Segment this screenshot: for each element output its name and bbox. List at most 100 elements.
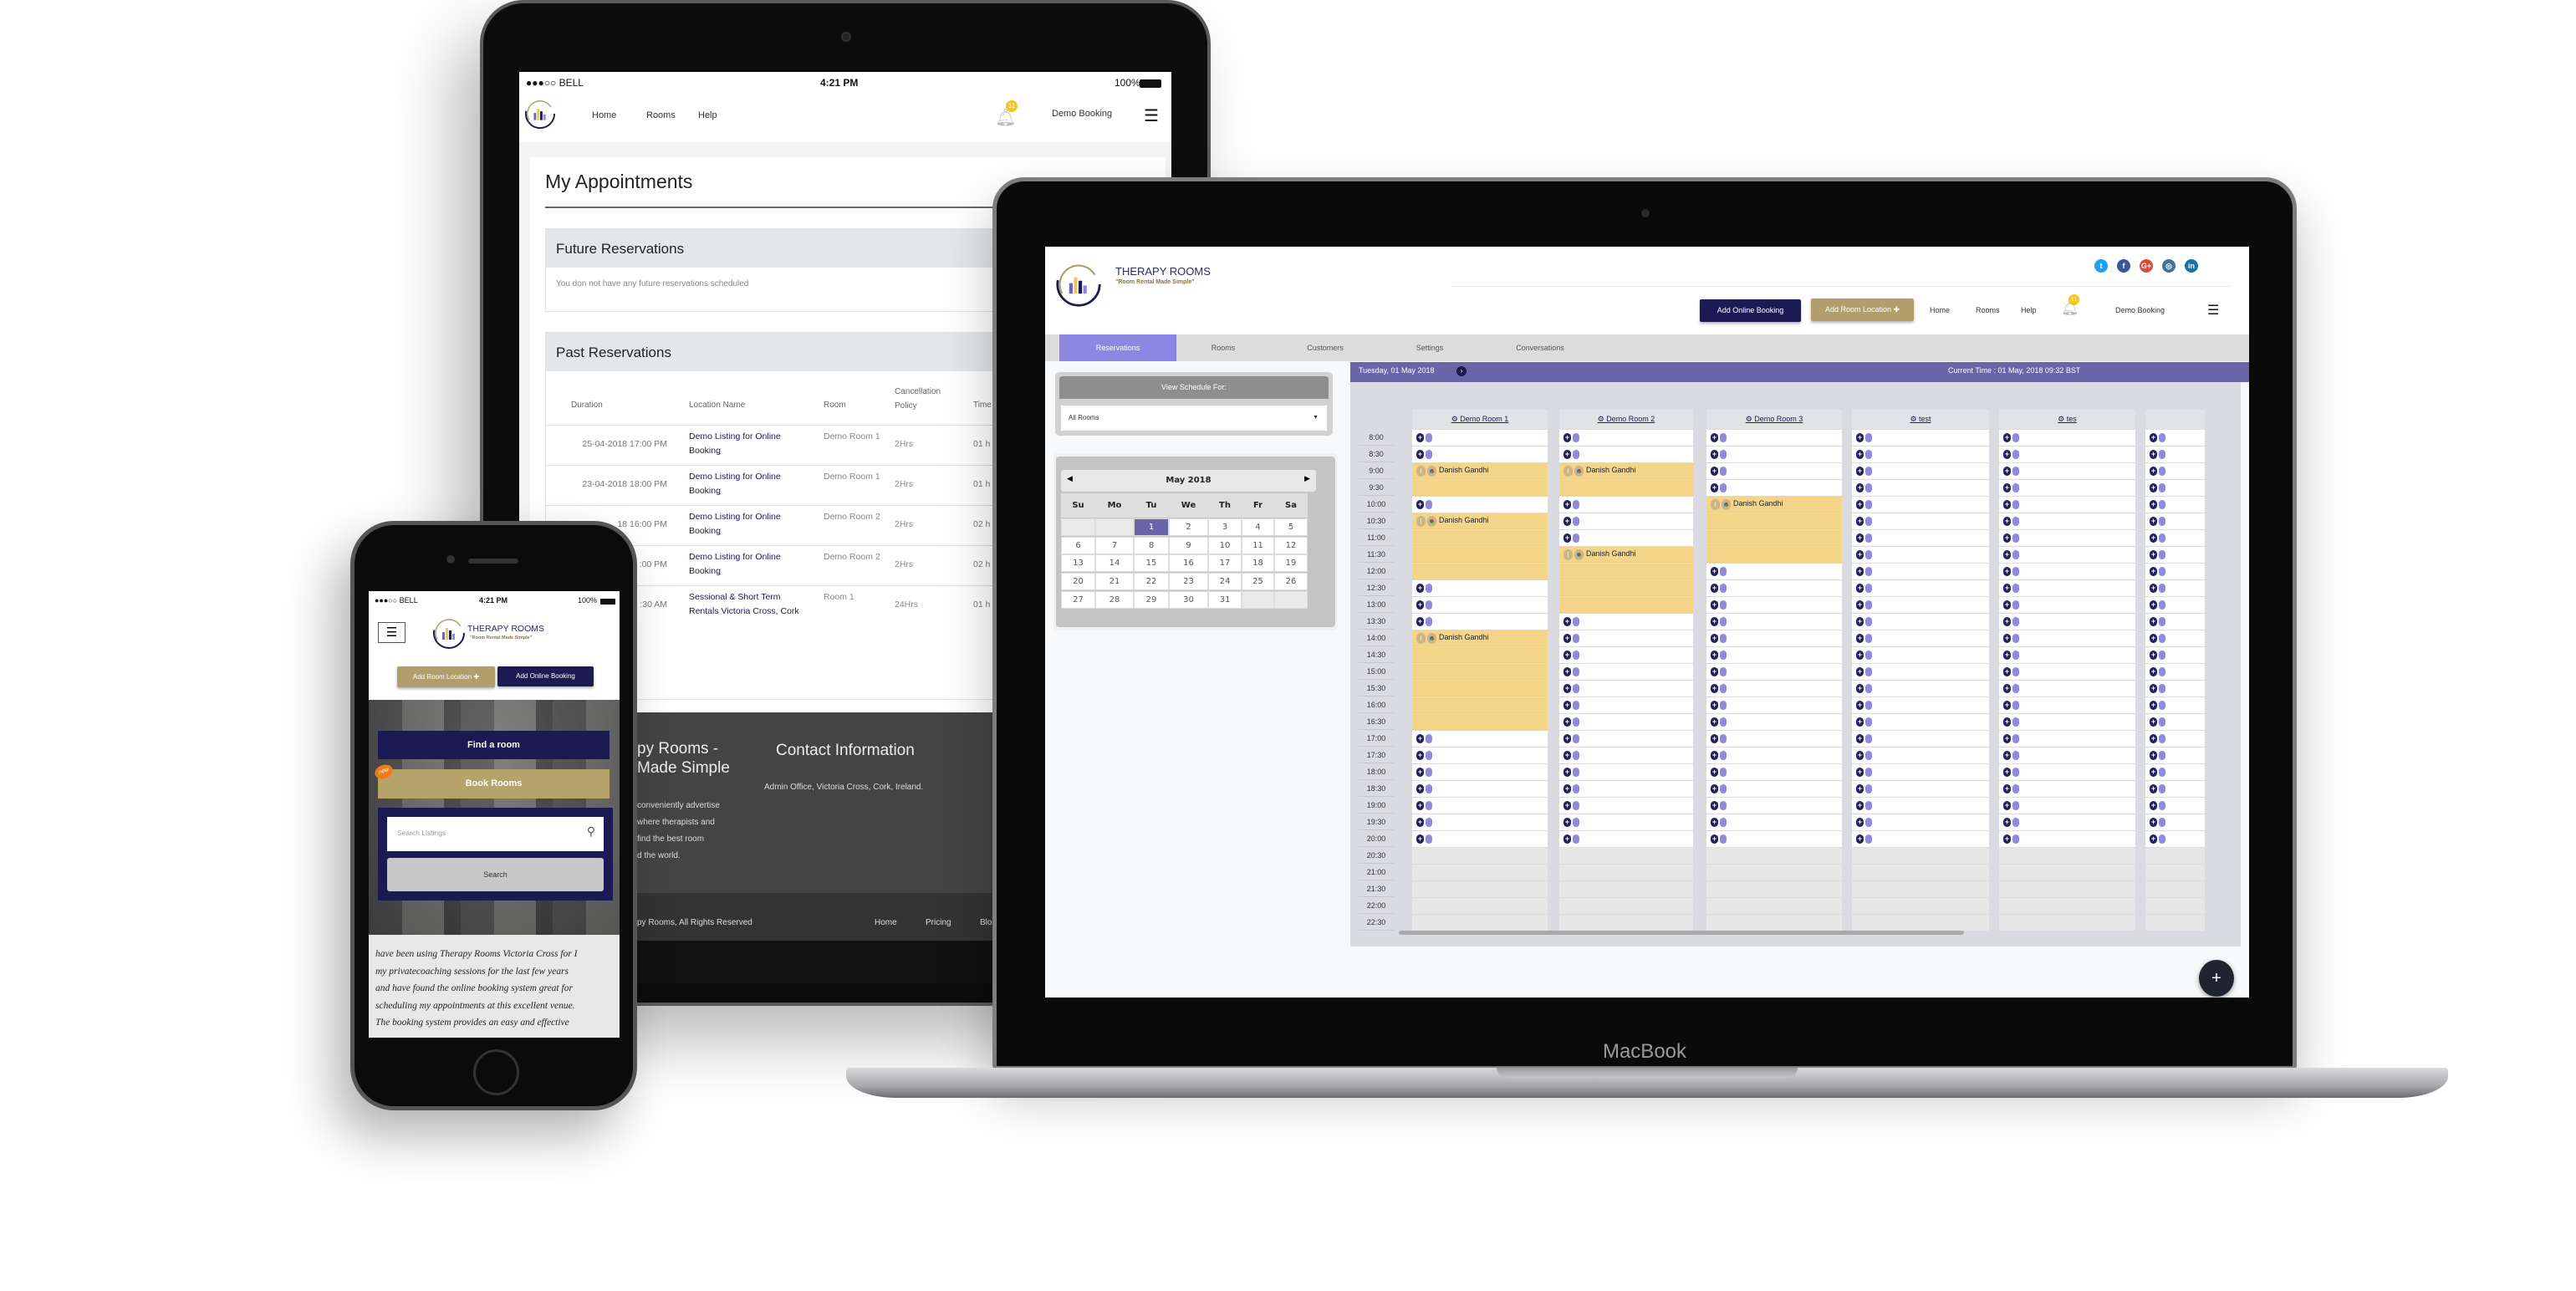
plus-icon[interactable]: + — [2003, 801, 2011, 810]
block-time-icon[interactable] — [1865, 667, 1872, 676]
plus-icon[interactable]: + — [2003, 467, 2011, 476]
block-time-icon[interactable] — [1573, 450, 1579, 459]
block-time-icon[interactable] — [2012, 500, 2019, 509]
block-time-icon[interactable] — [1426, 734, 1432, 743]
block-time-icon[interactable] — [2159, 450, 2165, 459]
plus-icon[interactable]: + — [1856, 617, 1864, 626]
booking-slot[interactable] — [1559, 580, 1693, 596]
time-slot[interactable]: + — [2145, 530, 2205, 546]
add-fab-button[interactable]: + — [2199, 960, 2234, 997]
plus-icon[interactable]: + — [1416, 500, 1424, 509]
plus-icon[interactable]: + — [2003, 651, 2011, 660]
plus-icon[interactable]: + — [1856, 667, 1864, 676]
block-time-icon[interactable] — [2159, 634, 2165, 643]
add-online-booking-button[interactable]: Add Online Booking — [1700, 299, 1801, 322]
plus-icon[interactable]: + — [1416, 801, 1424, 810]
block-time-icon[interactable] — [2159, 433, 2165, 442]
block-time-icon[interactable] — [1573, 834, 1579, 844]
block-time-icon[interactable] — [1573, 533, 1579, 543]
plus-icon[interactable]: + — [1563, 768, 1571, 777]
time-slot[interactable]: + — [1999, 497, 2135, 513]
nav-help[interactable]: Help — [2021, 306, 2037, 314]
plus-icon[interactable]: + — [2150, 684, 2157, 693]
block-time-icon[interactable] — [1426, 500, 1432, 509]
block-time-icon[interactable] — [2159, 567, 2165, 576]
block-time-icon[interactable] — [2012, 834, 2019, 844]
plus-icon[interactable]: + — [1711, 433, 1718, 442]
block-time-icon[interactable] — [1573, 517, 1579, 526]
time-slot[interactable]: + — [2145, 831, 2205, 847]
time-slot[interactable]: + — [1852, 614, 1989, 630]
block-time-icon[interactable] — [2159, 617, 2165, 626]
time-slot[interactable]: + — [1706, 798, 1842, 814]
time-slot[interactable]: + — [2145, 513, 2205, 529]
block-time-icon[interactable] — [1720, 834, 1727, 844]
plus-icon[interactable]: + — [1563, 784, 1571, 793]
block-time-icon[interactable] — [1426, 584, 1432, 593]
time-slot[interactable]: + — [1999, 831, 2135, 847]
block-time-icon[interactable] — [1573, 751, 1579, 760]
calendar-day[interactable]: 7 — [1095, 536, 1134, 554]
calendar-day[interactable]: 19 — [1274, 554, 1308, 573]
time-slot[interactable]: + — [1999, 580, 2135, 596]
calendar-day[interactable]: 9 — [1169, 536, 1208, 554]
block-time-icon[interactable] — [1865, 751, 1872, 760]
plus-icon[interactable]: + — [2003, 584, 2011, 593]
plus-icon[interactable]: + — [1856, 768, 1864, 777]
calendar-day[interactable]: 10 — [1208, 536, 1242, 554]
block-time-icon[interactable] — [1865, 768, 1872, 777]
time-slot[interactable]: + — [1559, 714, 1693, 730]
block-time-icon[interactable] — [1720, 634, 1727, 643]
block-time-icon[interactable] — [1720, 483, 1727, 492]
time-slot[interactable]: + — [1559, 697, 1693, 713]
logo[interactable] — [524, 97, 556, 130]
block-time-icon[interactable] — [2159, 734, 2165, 743]
booking-slot[interactable]: i Danish Gandhi — [1706, 497, 1842, 513]
time-slot[interactable]: + — [1559, 731, 1693, 747]
block-time-icon[interactable] — [1573, 684, 1579, 693]
time-slot[interactable]: + — [1706, 597, 1842, 613]
time-slot[interactable]: + — [2145, 714, 2205, 730]
twitter-icon[interactable]: t — [2094, 259, 2108, 273]
info-icon[interactable]: i — [1416, 516, 1426, 527]
plus-icon[interactable]: + — [2150, 450, 2157, 459]
block-time-icon[interactable] — [1865, 517, 1872, 526]
time-slot[interactable]: + — [1706, 446, 1842, 462]
time-slot[interactable]: + — [1852, 430, 1989, 446]
plus-icon[interactable]: + — [1711, 651, 1718, 660]
time-slot[interactable]: + — [1412, 781, 1548, 797]
time-slot[interactable]: + — [1559, 430, 1693, 446]
plus-icon[interactable]: + — [2150, 567, 2157, 576]
plus-icon[interactable]: + — [1856, 684, 1864, 693]
info-icon[interactable]: i — [1563, 549, 1573, 560]
time-slot[interactable]: + — [1706, 463, 1842, 479]
block-time-icon[interactable] — [2012, 533, 2019, 543]
plus-icon[interactable]: + — [1711, 450, 1718, 459]
room-header-demo-room-3[interactable]: ⚙ Demo Room 3 — [1706, 410, 1842, 429]
block-time-icon[interactable] — [2012, 483, 2019, 492]
time-slot[interactable]: + — [1706, 714, 1842, 730]
block-time-icon[interactable] — [2012, 684, 2019, 693]
calendar-day[interactable]: 27 — [1061, 590, 1095, 609]
plus-icon[interactable]: + — [2003, 617, 2011, 626]
booking-slot[interactable] — [1412, 697, 1548, 713]
instagram-icon[interactable]: ◎ — [2162, 259, 2176, 273]
booking-slot[interactable]: i Danish Gandhi — [1412, 630, 1548, 646]
plus-icon[interactable]: + — [1711, 634, 1718, 643]
calendar-day[interactable]: 26 — [1274, 573, 1308, 591]
plus-icon[interactable]: + — [1711, 617, 1718, 626]
block-time-icon[interactable] — [1865, 634, 1872, 643]
block-time-icon[interactable] — [2012, 467, 2019, 476]
footer-link-pricing[interactable]: Pricing — [926, 915, 951, 931]
plus-icon[interactable]: + — [2003, 433, 2011, 442]
block-time-icon[interactable] — [2159, 651, 2165, 660]
time-slot[interactable]: + — [1999, 430, 2135, 446]
time-slot[interactable]: + — [1412, 798, 1548, 814]
search-button[interactable]: Search — [387, 858, 604, 891]
block-time-icon[interactable] — [1865, 818, 1872, 827]
plus-icon[interactable]: + — [1856, 634, 1864, 643]
time-slot[interactable]: + — [1999, 564, 2135, 579]
time-slot[interactable]: + — [1999, 513, 2135, 529]
block-time-icon[interactable] — [1720, 651, 1727, 660]
time-slot[interactable]: + — [1706, 664, 1842, 680]
